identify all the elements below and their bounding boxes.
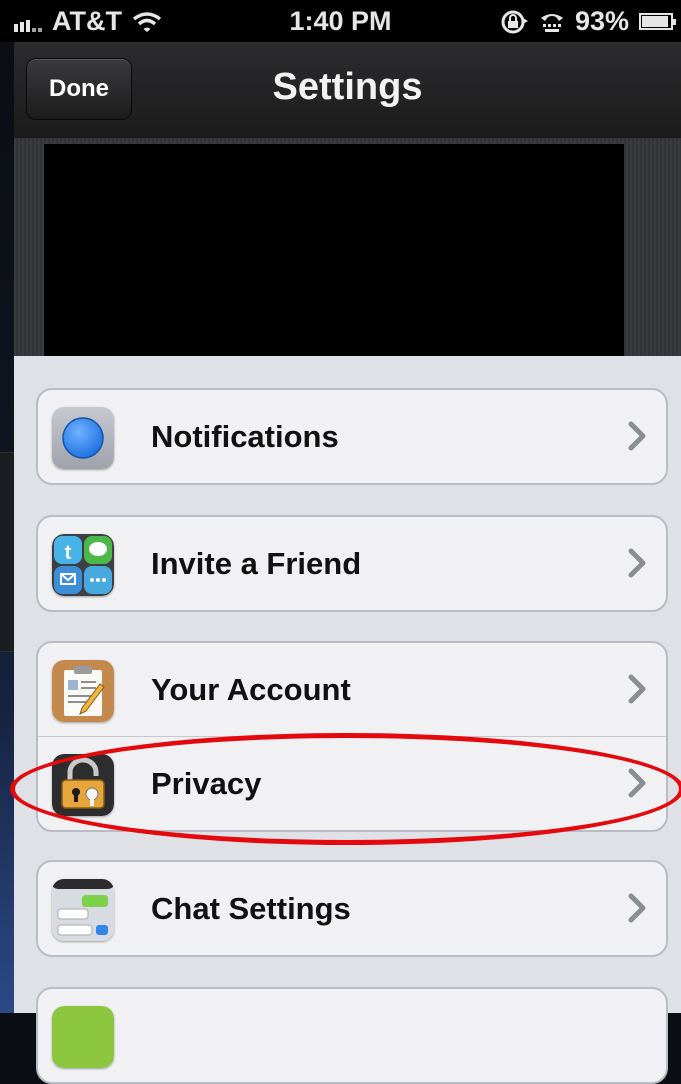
status-bar: AT&T 1:40 PM 93% — [0, 0, 681, 42]
settings-row-partial[interactable] — [38, 989, 666, 1082]
chat-settings-icon — [52, 879, 114, 941]
settings-list: Notifications t Invite a Friend Your Acc… — [14, 356, 681, 1084]
privacy-lock-icon — [52, 754, 114, 816]
settings-group-chat: Chat Settings — [36, 860, 668, 957]
settings-row-chat-settings[interactable]: Chat Settings — [38, 862, 666, 955]
svg-text:t: t — [65, 542, 72, 564]
status-right: 93% — [501, 6, 676, 37]
settings-group-notifications: Notifications — [36, 388, 668, 485]
chevron-right-icon — [628, 893, 646, 923]
settings-row-label: Invite a Friend — [151, 546, 362, 581]
invite-friend-icon: t — [52, 534, 114, 596]
battery-fill — [642, 16, 668, 27]
notifications-icon — [52, 407, 114, 469]
partial-item-icon — [52, 1006, 114, 1068]
settings-row-label: Chat Settings — [151, 891, 351, 926]
settings-row-label: Your Account — [151, 672, 351, 707]
rotation-lock-icon — [501, 10, 528, 33]
chevron-right-icon — [628, 421, 646, 451]
ad-banner[interactable] — [44, 144, 624, 356]
settings-group-invite: t Invite a Friend — [36, 515, 668, 612]
settings-row-your-account[interactable]: Your Account — [38, 643, 666, 736]
settings-row-notifications[interactable]: Notifications — [38, 390, 666, 483]
battery-icon — [639, 13, 676, 30]
settings-row-label: Privacy — [151, 766, 262, 801]
navigation-bar: Done Settings — [14, 42, 681, 139]
chevron-right-icon — [628, 674, 646, 704]
page-title: Settings — [272, 66, 423, 108]
settings-group-partial — [36, 987, 668, 1084]
battery-percent: 93% — [574, 6, 629, 36]
account-icon — [52, 660, 114, 722]
tty-icon — [540, 13, 563, 32]
settings-group-account: Your Account Privacy — [36, 641, 668, 832]
settings-row-invite-friend[interactable]: t Invite a Friend — [38, 517, 666, 610]
settings-row-privacy[interactable]: Privacy — [38, 736, 666, 830]
chevron-right-icon — [628, 548, 646, 578]
settings-row-label: Notifications — [151, 419, 339, 454]
chevron-right-icon — [628, 768, 646, 798]
